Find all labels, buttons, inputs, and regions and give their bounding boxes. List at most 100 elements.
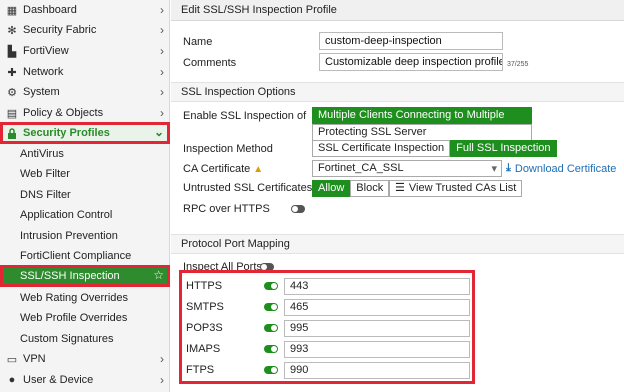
sidebar-item-system[interactable]: ⚙ System › <box>0 82 170 102</box>
comments-label: Comments <box>183 57 237 69</box>
sidebar-item-label: Policy & Objects <box>23 107 104 119</box>
sidebar-subitem-application-control[interactable]: Application Control <box>0 205 170 225</box>
download-icon: ⤓ <box>506 162 511 174</box>
sidebar-item-label: Dashboard <box>23 4 77 16</box>
sidebar-subitem-web-profile-overrides[interactable]: Web Profile Overrides <box>0 308 170 328</box>
chevron-right-icon: › <box>160 106 164 120</box>
port-name: SMTPS <box>186 301 224 313</box>
port-toggle[interactable] <box>264 303 278 311</box>
chevron-down-icon: ⌄ <box>153 125 164 139</box>
sidebar-subitem-custom-signatures[interactable]: Custom Signatures <box>0 329 170 349</box>
sidebar-item-label: Security Profiles <box>23 127 110 139</box>
chevron-right-icon: › <box>160 44 164 58</box>
sidebar-item-vpn[interactable]: ▭ VPN › <box>0 349 170 369</box>
sidebar-item-user-device[interactable]: ● User & Device › <box>0 370 170 390</box>
list-icon: ☰ <box>395 182 405 194</box>
sidebar-item-label: FortiView <box>23 45 69 57</box>
port-name: POP3S <box>186 322 223 334</box>
chevron-right-icon: › <box>160 352 164 366</box>
port-row-pop3s: POP3S 995 <box>182 319 472 339</box>
security-fabric-icon: ✻ <box>7 24 17 37</box>
ca-certificate-select[interactable]: Fortinet_CA_SSL ▾ <box>312 160 502 177</box>
chevron-down-icon: ▾ <box>491 163 497 175</box>
sidebar-item-label: User & Device <box>23 374 94 386</box>
rpc-over-https-toggle[interactable] <box>291 205 305 213</box>
sidebar-item-dashboard[interactable]: ▦ Dashboard › <box>0 0 170 20</box>
port-input[interactable]: 993 <box>284 341 470 358</box>
port-row-https: HTTPS 443 <box>182 277 472 297</box>
fortiview-icon: ▙ <box>7 45 17 58</box>
name-input[interactable]: custom-deep-inspection <box>319 32 503 50</box>
port-row-smtps: SMTPS 465 <box>182 298 472 318</box>
port-toggle[interactable] <box>264 282 278 290</box>
sidebar-item-network[interactable]: ✚ Network › <box>0 62 170 82</box>
sidebar-item-label: SSL/SSH Inspection <box>20 270 120 282</box>
dashboard-icon: ▦ <box>6 4 18 17</box>
inspection-method-toggle: SSL Certificate Inspection Full SSL Insp… <box>312 140 557 157</box>
chevron-right-icon: › <box>160 85 164 99</box>
port-input[interactable]: 995 <box>284 320 470 337</box>
sidebar-item-fortiview[interactable]: ▙ FortiView › <box>0 41 170 61</box>
warning-icon: ▲ <box>253 164 264 175</box>
view-trusted-cas-button[interactable]: ☰ View Trusted CAs List <box>389 180 523 197</box>
port-name: FTPS <box>186 364 215 376</box>
comments-counter: 37/255 <box>507 61 529 68</box>
full-ssl-inspection-option[interactable]: Full SSL Inspection <box>450 140 557 157</box>
main-panel: Edit SSL/SSH Inspection Profile Name cus… <box>171 0 624 392</box>
protecting-ssl-server-option[interactable]: Protecting SSL Server <box>312 124 532 141</box>
chevron-right-icon: › <box>160 3 164 17</box>
vpn-icon: ▭ <box>6 353 18 366</box>
rpc-over-https-label: RPC over HTTPS <box>183 203 270 215</box>
port-toggle[interactable] <box>264 345 278 353</box>
port-row-ftps: FTPS 990 <box>182 361 472 381</box>
port-input[interactable]: 465 <box>284 299 470 316</box>
name-label: Name <box>183 36 213 48</box>
user-icon: ● <box>8 374 16 386</box>
ca-certificate-label: CA Certificate ▲ <box>183 163 264 175</box>
sidebar-subitem-web-filter[interactable]: Web Filter <box>0 164 170 184</box>
ssl-certificate-inspection-option[interactable]: SSL Certificate Inspection <box>312 140 451 157</box>
chevron-right-icon: › <box>160 23 164 37</box>
sidebar-subitem-antivirus[interactable]: AntiVirus <box>0 144 170 164</box>
sidebar-subitem-ssl-ssh-inspection[interactable]: SSL/SSH Inspection ☆ <box>0 265 170 287</box>
sidebar-item-label: System <box>23 86 60 98</box>
comments-input[interactable]: Customizable deep inspection profile. <box>319 53 503 71</box>
sidebar-item-policy-objects[interactable]: ▤ Policy & Objects › <box>0 103 170 123</box>
sidebar-item-label: Security Fabric <box>23 24 97 36</box>
ssl-inspection-options-header: SSL Inspection Options <box>171 82 624 102</box>
multiple-clients-option[interactable]: Multiple Clients Connecting to Multiple … <box>312 107 532 136</box>
protocol-port-mapping-header: Protocol Port Mapping <box>171 234 624 254</box>
policy-icon: ▤ <box>6 107 18 120</box>
lock-icon <box>6 127 18 139</box>
enable-ssl-options: Multiple Clients Connecting to Multiple … <box>312 107 532 141</box>
sidebar: ▦ Dashboard › ✻ Security Fabric › ▙ Fort… <box>0 0 170 392</box>
star-icon[interactable]: ☆ <box>153 268 164 282</box>
sidebar-subitem-intrusion-prevention[interactable]: Intrusion Prevention <box>0 226 170 246</box>
sidebar-item-label: Network <box>23 66 64 78</box>
sidebar-subitem-dns-filter[interactable]: DNS Filter <box>0 185 170 205</box>
system-icon: ⚙ <box>7 86 17 99</box>
port-mapping-box: HTTPS 443 SMTPS 465 POP3S 995 IMAPS 993 … <box>179 270 475 384</box>
port-input[interactable]: 443 <box>284 278 470 295</box>
sidebar-item-label: VPN <box>23 353 46 365</box>
untrusted-ssl-toggle: Allow Block <box>312 180 390 197</box>
inspection-method-label: Inspection Method <box>183 143 273 155</box>
port-toggle[interactable] <box>264 366 278 374</box>
port-row-imaps: IMAPS 993 <box>182 340 472 360</box>
enable-ssl-label: Enable SSL Inspection of <box>183 110 307 122</box>
page-title: Edit SSL/SSH Inspection Profile <box>171 0 624 21</box>
sidebar-subitem-web-rating-overrides[interactable]: Web Rating Overrides <box>0 288 170 308</box>
allow-option[interactable]: Allow <box>312 180 351 197</box>
block-option[interactable]: Block <box>350 180 390 197</box>
chevron-right-icon: › <box>160 65 164 79</box>
chevron-right-icon: › <box>160 373 164 387</box>
sidebar-subitem-forticlient-compliance[interactable]: FortiClient Compliance <box>0 246 170 266</box>
port-toggle[interactable] <box>264 324 278 332</box>
sidebar-item-security-fabric[interactable]: ✻ Security Fabric › <box>0 20 170 40</box>
port-name: HTTPS <box>186 280 223 292</box>
download-certificate-link[interactable]: ⤓ Download Certificate <box>506 162 616 175</box>
port-name: IMAPS <box>186 343 221 355</box>
untrusted-ssl-label: Untrusted SSL Certificates <box>183 182 313 194</box>
port-input[interactable]: 990 <box>284 362 470 379</box>
sidebar-item-security-profiles[interactable]: Security Profiles ⌄ <box>0 122 170 144</box>
